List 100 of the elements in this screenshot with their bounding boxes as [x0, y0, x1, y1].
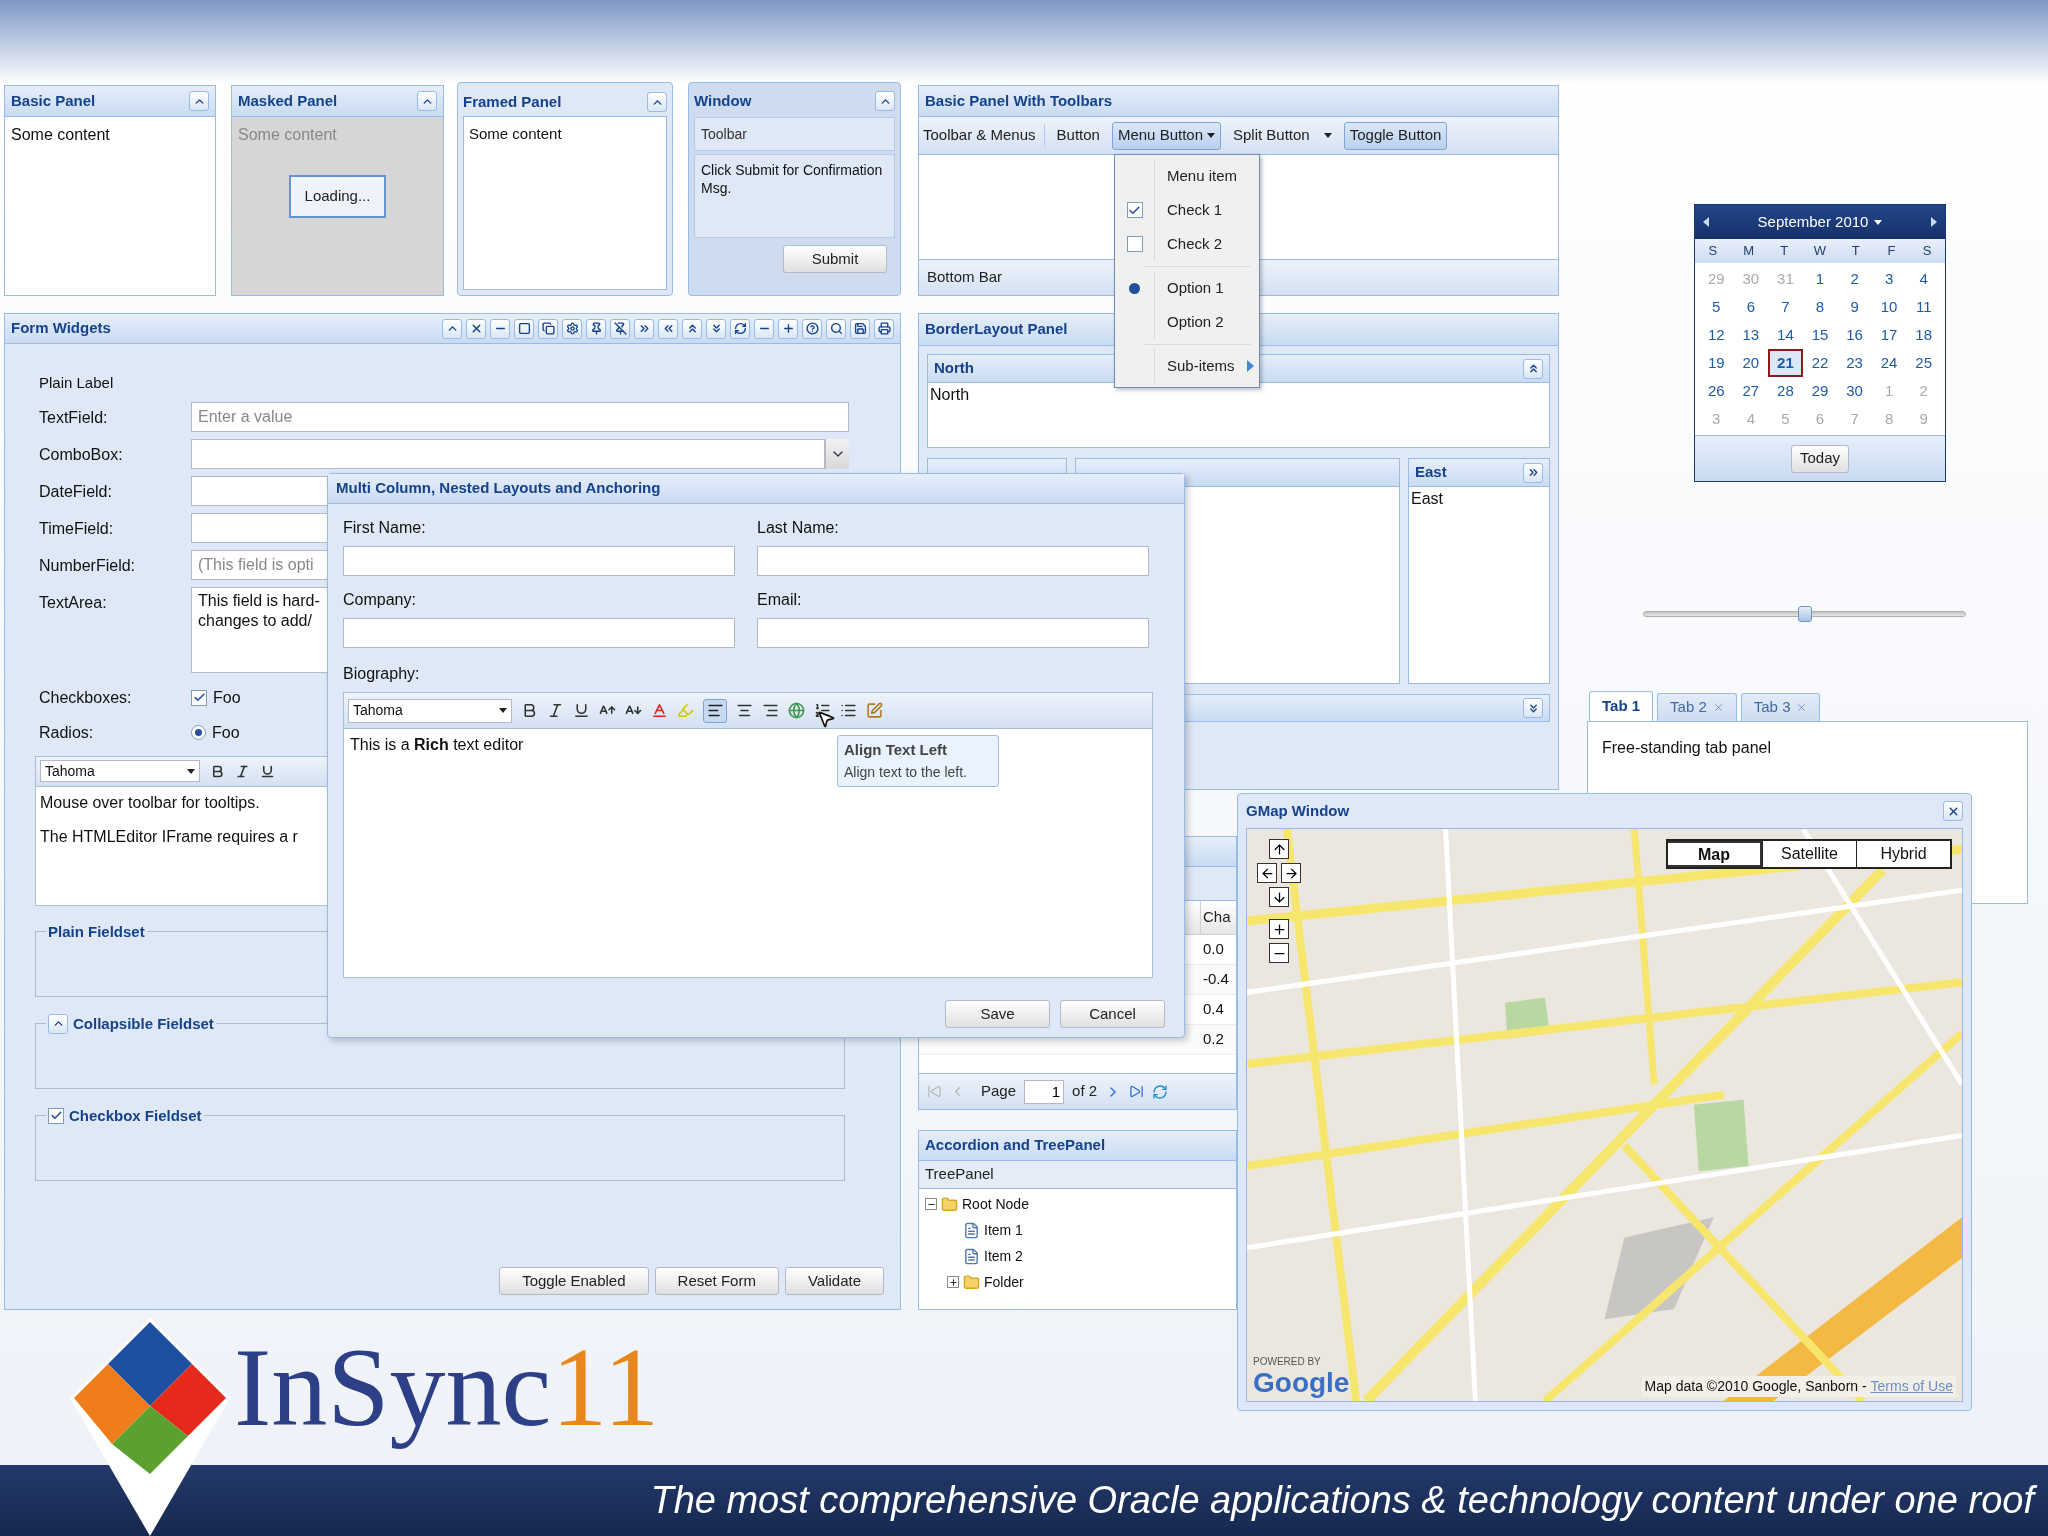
align-left-icon[interactable] — [703, 698, 727, 723]
combo-field[interactable] — [191, 438, 825, 469]
calendar-day[interactable]: 26 — [1699, 377, 1734, 405]
maximize-icon[interactable] — [514, 318, 534, 339]
tree-node[interactable]: Folder — [984, 1271, 1024, 1293]
last-page-icon[interactable] — [1129, 1084, 1145, 1099]
calendar-day[interactable]: 2 — [1837, 265, 1872, 293]
calendar-day[interactable]: 23 — [1837, 349, 1872, 377]
calendar-day[interactable]: 21 — [1768, 349, 1803, 377]
zoom-out-icon[interactable] — [1269, 943, 1289, 963]
italic-icon[interactable] — [235, 763, 250, 779]
pan-down-icon[interactable] — [1269, 887, 1289, 907]
button[interactable]: Validate — [784, 1267, 884, 1295]
save-icon[interactable] — [850, 318, 870, 339]
pan-left-icon[interactable] — [1257, 863, 1277, 883]
split-button[interactable]: Split Button — [1227, 121, 1338, 150]
next-icon[interactable] — [1931, 217, 1937, 227]
left-icon[interactable] — [658, 318, 678, 339]
calendar-day[interactable]: 14 — [1768, 321, 1803, 349]
zoom-in-icon[interactable] — [1269, 919, 1289, 939]
calendar-day[interactable]: 27 — [1733, 377, 1769, 405]
menu-button[interactable]: Menu Button — [1111, 121, 1221, 150]
text-field[interactable] — [757, 546, 1149, 576]
text-field[interactable] — [757, 618, 1149, 648]
accordion-section[interactable]: TreePanel — [919, 1161, 1236, 1189]
map-type-button[interactable]: Satellite — [1762, 841, 1856, 867]
calendar-day[interactable]: 12 — [1699, 321, 1734, 349]
tab[interactable]: Tab 2 — [1657, 693, 1737, 721]
calendar-day[interactable]: 13 — [1733, 321, 1769, 349]
bullet-list-icon[interactable] — [840, 702, 857, 719]
globe-icon[interactable] — [788, 702, 805, 719]
tree-node[interactable]: Item 1 — [984, 1219, 1023, 1241]
close-icon[interactable] — [1943, 801, 1963, 821]
button[interactable]: Submit — [783, 245, 887, 273]
map-type-button[interactable]: Hybrid — [1856, 841, 1950, 867]
menu-item[interactable]: Check 1 — [1115, 193, 1259, 227]
calendar-day[interactable]: 18 — [1906, 321, 1941, 349]
expand-icon[interactable] — [1523, 698, 1543, 718]
html-editor[interactable]: Tahoma This is a Rich text editor Align Text Left Align text to the left. — [343, 692, 1153, 978]
text-field[interactable] — [343, 546, 735, 576]
align-right-icon[interactable] — [762, 702, 779, 719]
slider[interactable] — [1643, 606, 1966, 622]
double-down-icon[interactable] — [706, 318, 726, 339]
radio-button[interactable] — [191, 725, 206, 740]
help-icon[interactable] — [802, 318, 822, 339]
collapse-icon[interactable] — [1523, 358, 1543, 379]
restore-icon[interactable] — [538, 318, 558, 339]
button[interactable]: Reset Form — [654, 1267, 779, 1295]
checkbox[interactable] — [1126, 236, 1143, 252]
calendar-day[interactable]: 1 — [1802, 265, 1838, 293]
column-header[interactable]: Cha — [1201, 901, 1233, 934]
calendar-day[interactable]: 3 — [1871, 265, 1907, 293]
text-field[interactable] — [343, 618, 735, 648]
tree-node[interactable]: Root Node — [962, 1193, 1029, 1215]
double-up-icon[interactable] — [682, 318, 702, 339]
print-icon[interactable] — [874, 318, 894, 339]
calendar-day[interactable]: 11 — [1906, 293, 1941, 321]
page-field[interactable]: 1 — [1024, 1079, 1065, 1104]
expand-icon[interactable] — [1523, 462, 1543, 483]
button[interactable]: Save — [945, 1000, 1050, 1028]
tab[interactable]: Tab 3 — [1740, 693, 1821, 721]
bold-icon[interactable] — [521, 702, 538, 719]
plus-icon[interactable] — [778, 318, 798, 339]
previous-icon[interactable] — [1703, 217, 1709, 227]
search-icon[interactable] — [826, 318, 846, 339]
minus-icon[interactable] — [754, 318, 774, 339]
minimize-icon[interactable] — [490, 318, 510, 339]
font-color-icon[interactable] — [651, 702, 668, 719]
unpin-icon[interactable] — [610, 318, 630, 339]
calendar-day[interactable]: 7 — [1768, 293, 1803, 321]
calendar-day[interactable]: 5 — [1699, 293, 1734, 321]
refresh-icon[interactable] — [730, 318, 750, 339]
tree-node[interactable]: Item 2 — [984, 1245, 1023, 1267]
align-center-icon[interactable] — [736, 702, 753, 719]
expand-icon[interactable] — [947, 1276, 959, 1288]
menu-item[interactable]: Menu item — [1115, 159, 1259, 193]
toolbar-button[interactable]: Toggle Button — [1343, 121, 1448, 150]
collapse-icon[interactable] — [925, 1198, 937, 1210]
checkbox[interactable] — [191, 689, 207, 706]
calendar-day[interactable]: 8 — [1802, 293, 1838, 321]
menu-item[interactable]: Option 1 — [1115, 271, 1259, 305]
calendar-day[interactable]: 9 — [1837, 293, 1872, 321]
button[interactable]: Toggle Enabled — [499, 1267, 649, 1295]
font-select[interactable]: Tahoma — [348, 698, 512, 723]
slider-thumb[interactable] — [1797, 606, 1812, 622]
underline-icon[interactable] — [260, 763, 275, 779]
calendar-day[interactable]: 25 — [1906, 349, 1941, 377]
up-icon[interactable] — [442, 318, 462, 339]
calendar-day[interactable]: 24 — [1871, 349, 1907, 377]
calendar-day[interactable]: 28 — [1768, 377, 1803, 405]
right-icon[interactable] — [634, 318, 654, 339]
checkbox[interactable] — [1126, 202, 1143, 218]
font-select[interactable]: Tahoma — [40, 760, 200, 782]
pan-up-icon[interactable] — [1269, 839, 1289, 859]
calendar-day[interactable]: 16 — [1837, 321, 1872, 349]
pin-icon[interactable] — [586, 318, 606, 339]
calendar-day[interactable]: 6 — [1733, 293, 1769, 321]
bold-icon[interactable] — [210, 763, 225, 779]
button[interactable]: Cancel — [1060, 1000, 1165, 1028]
calendar-day[interactable]: 29 — [1802, 377, 1838, 405]
